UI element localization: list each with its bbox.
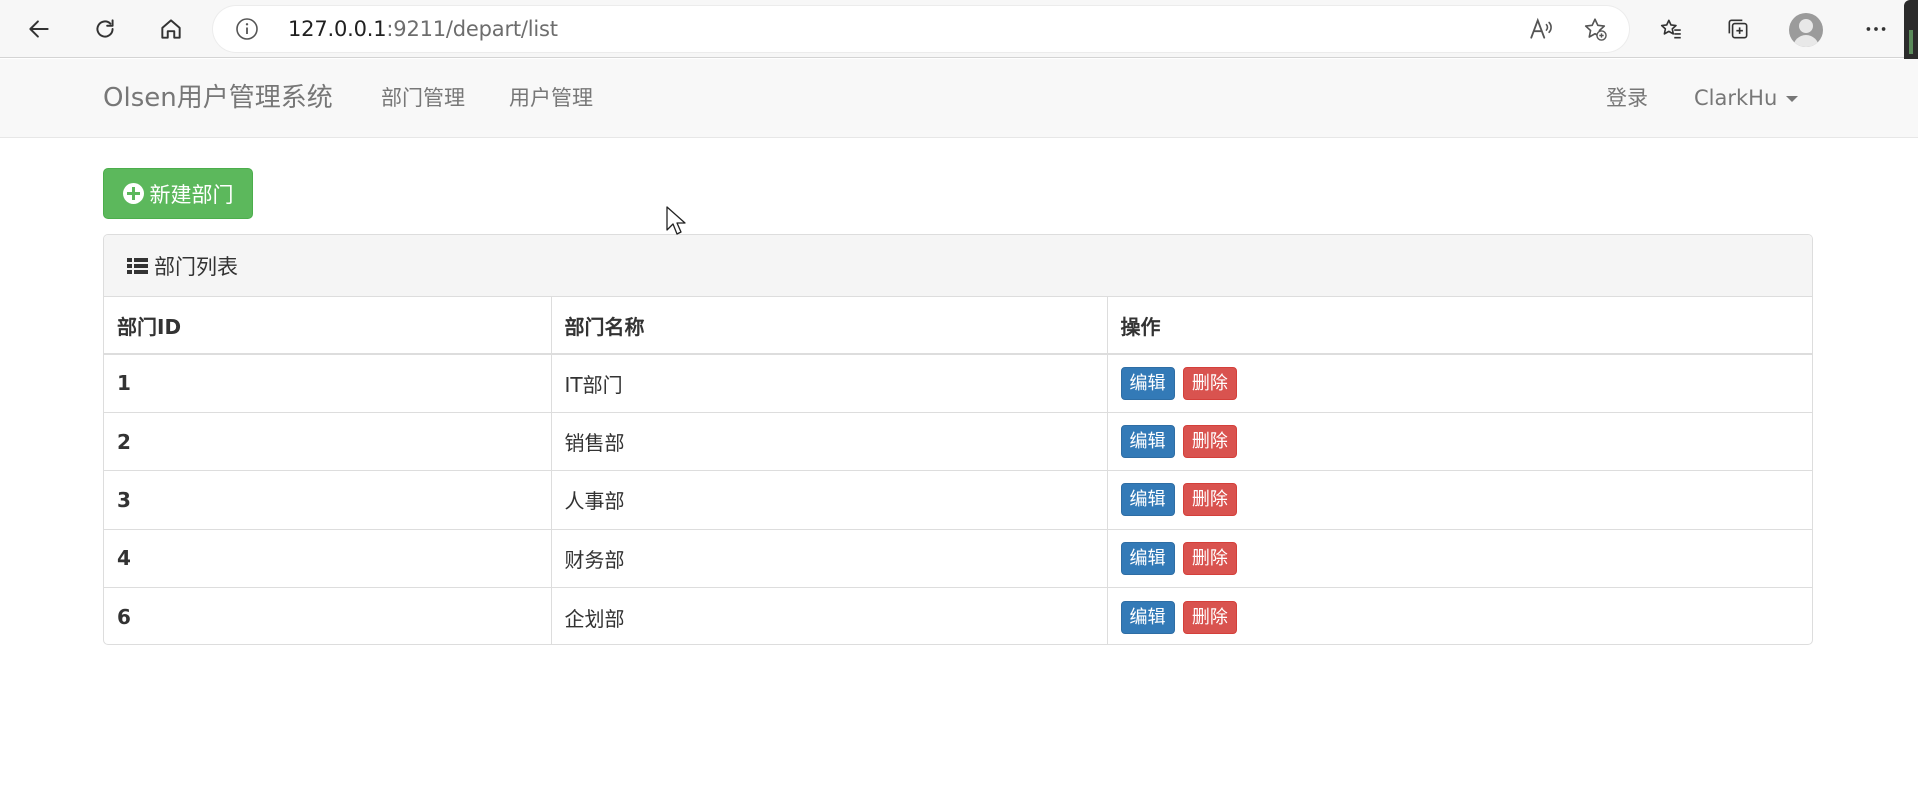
caret-down-icon — [1786, 96, 1799, 102]
nav-user[interactable]: 用户管理 — [509, 59, 593, 138]
cell-actions: 编辑 删除 — [1107, 411, 1812, 471]
depart-table: 部门ID 部门名称 操作 1 IT部门 编辑 删除 2 销售部 编辑 删除 3 … — [104, 297, 1812, 644]
plus-circle-icon — [122, 183, 144, 204]
panel-heading: 部门列表 — [104, 235, 1812, 297]
ellipsis-icon — [1866, 27, 1886, 31]
table-row: 6 企划部 编辑 删除 — [104, 587, 1812, 644]
table-row: 3 人事部 编辑 删除 — [104, 470, 1812, 530]
cell-name: 企划部 — [551, 587, 1108, 644]
app-navbar: Olsen用户管理系统 部门管理 用户管理 登录 ClarkHu — [0, 59, 1918, 138]
sidebar-edge — [1904, 0, 1918, 68]
nav-depart[interactable]: 部门管理 — [381, 59, 465, 138]
edit-button[interactable]: 编辑 — [1120, 483, 1175, 517]
delete-button[interactable]: 删除 — [1182, 600, 1237, 634]
table-header-row: 部门ID 部门名称 操作 — [104, 297, 1812, 355]
read-aloud-icon — [1530, 17, 1552, 39]
cell-id: 4 — [104, 528, 552, 588]
star-add-icon — [1584, 18, 1607, 41]
home-button[interactable] — [152, 10, 190, 48]
cell-id: 6 — [104, 587, 552, 644]
address-bar[interactable]: 127.0.0.1:9211/depart/list — [213, 6, 1629, 52]
site-info-icon[interactable] — [235, 17, 259, 41]
edit-button[interactable]: 编辑 — [1120, 425, 1175, 459]
edit-button[interactable]: 编辑 — [1120, 600, 1175, 634]
reload-button[interactable] — [86, 10, 124, 48]
delete-button[interactable]: 删除 — [1182, 483, 1237, 517]
cell-id: 3 — [104, 470, 552, 530]
favorites-button[interactable] — [1652, 10, 1690, 48]
browser-toolbar: 127.0.0.1:9211/depart/list — [0, 0, 1918, 68]
home-icon — [161, 19, 181, 39]
column-header-actions: 操作 — [1107, 297, 1812, 355]
user-dropdown-label: ClarkHu — [1694, 86, 1778, 110]
collections-button[interactable] — [1719, 10, 1757, 48]
new-depart-label: 新建部门 — [149, 182, 234, 207]
favorites-icon — [1660, 19, 1681, 39]
delete-button[interactable]: 删除 — [1182, 366, 1237, 400]
reload-icon — [96, 19, 114, 38]
mouse-pointer-icon — [666, 206, 686, 235]
profile-avatar[interactable] — [1789, 13, 1823, 47]
url-path: :9211/depart/list — [386, 17, 558, 41]
brand-link[interactable]: Olsen用户管理系统 — [103, 59, 333, 138]
back-button[interactable] — [20, 10, 58, 48]
cell-id: 2 — [104, 411, 552, 471]
cell-actions: 编辑 删除 — [1107, 470, 1812, 530]
sidebar-edge-indicator — [1909, 30, 1913, 54]
back-arrow-icon — [29, 20, 49, 38]
collections-icon — [1728, 19, 1748, 39]
edit-button[interactable]: 编辑 — [1120, 541, 1175, 575]
url-text[interactable]: 127.0.0.1:9211/depart/list — [288, 6, 558, 52]
nav-login[interactable]: 登录 — [1606, 59, 1648, 138]
cell-actions: 编辑 删除 — [1107, 587, 1812, 644]
edit-button[interactable]: 编辑 — [1120, 366, 1175, 400]
cell-name: 销售部 — [551, 411, 1108, 471]
column-header-id: 部门ID — [104, 297, 552, 355]
cell-actions: 编辑 删除 — [1107, 354, 1812, 412]
table-row: 1 IT部门 编辑 删除 — [104, 354, 1812, 413]
cell-name: 人事部 — [551, 470, 1108, 530]
list-icon — [127, 257, 148, 275]
user-dropdown[interactable]: ClarkHu — [1694, 59, 1799, 138]
avatar-head-shape — [1799, 19, 1813, 33]
table-row: 4 财务部 编辑 删除 — [104, 528, 1812, 588]
delete-button[interactable]: 删除 — [1182, 425, 1237, 459]
table-row: 2 销售部 编辑 删除 — [104, 411, 1812, 471]
avatar-body-shape — [1793, 35, 1819, 47]
more-menu-button[interactable] — [1857, 10, 1895, 48]
delete-button[interactable]: 删除 — [1182, 541, 1237, 575]
depart-panel: 部门列表 部门ID 部门名称 操作 1 IT部门 编辑 删除 2 销售部 编辑 … — [103, 234, 1813, 645]
cell-name: IT部门 — [551, 354, 1108, 413]
cell-actions: 编辑 删除 — [1107, 528, 1812, 588]
url-host: 127.0.0.1 — [288, 17, 387, 41]
cell-name: 财务部 — [551, 528, 1108, 588]
add-favorite-button[interactable] — [1580, 14, 1610, 44]
new-depart-button[interactable]: 新建部门 — [103, 168, 253, 219]
panel-title: 部门列表 — [154, 254, 238, 279]
column-header-name: 部门名称 — [551, 297, 1108, 355]
cell-id: 1 — [104, 354, 552, 413]
read-aloud-button[interactable] — [1526, 14, 1556, 44]
